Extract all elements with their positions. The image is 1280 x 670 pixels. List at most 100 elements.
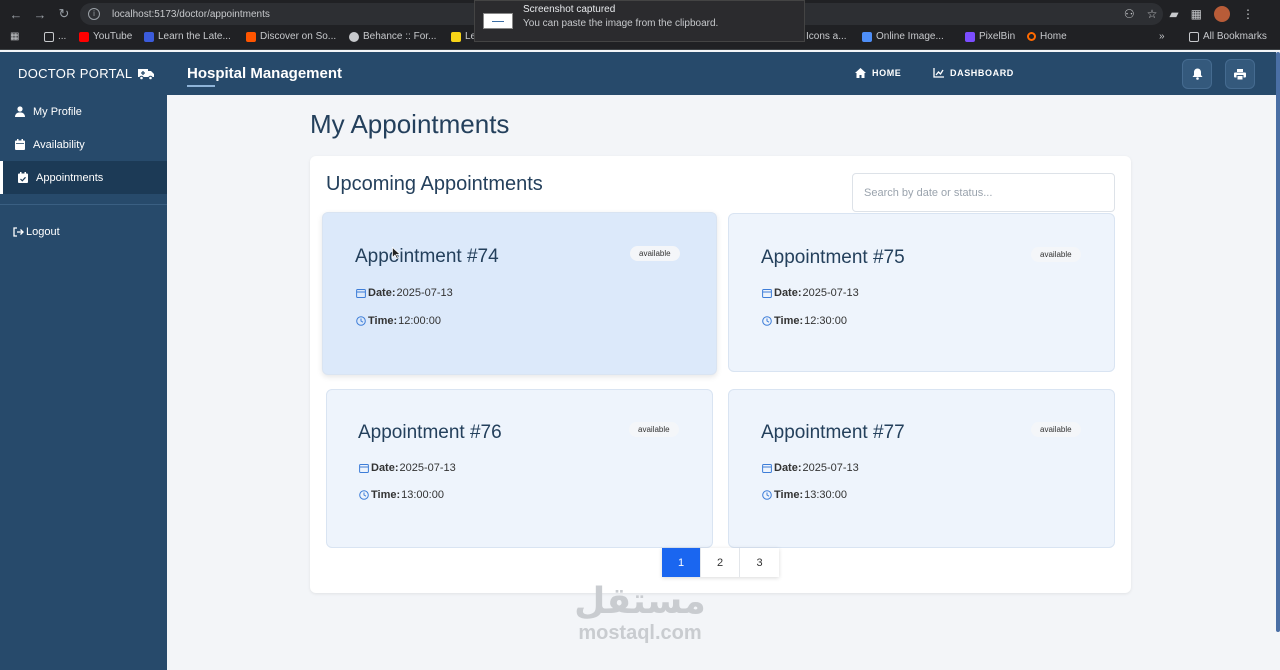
bookmark-icons[interactable]: Icons a... bbox=[806, 31, 847, 42]
bookmark-pixelbin[interactable]: PixelBin bbox=[965, 31, 1015, 42]
back-icon[interactable]: ← bbox=[4, 7, 28, 22]
nav-home-label: HOME bbox=[872, 68, 902, 78]
bookmarks-overflow[interactable]: » bbox=[1159, 31, 1165, 42]
bell-icon bbox=[1192, 68, 1202, 80]
date-value: 2025-07-13 bbox=[396, 287, 453, 299]
print-icon bbox=[1234, 68, 1246, 80]
bookmark-youtube[interactable]: YouTube bbox=[79, 31, 132, 42]
site-info-icon[interactable]: i bbox=[88, 8, 100, 20]
status-badge: available bbox=[1031, 422, 1081, 437]
sidebar-item-label: My Profile bbox=[33, 105, 82, 118]
pagination: 1 2 3 bbox=[662, 548, 779, 577]
time-value: 13:00:00 bbox=[401, 489, 444, 501]
appointment-date: Date: 2025-07-13 bbox=[356, 287, 453, 299]
page-button-2[interactable]: 2 bbox=[701, 548, 740, 577]
extension-icon[interactable]: ▰ bbox=[1169, 7, 1178, 21]
nav-dashboard[interactable]: DASHBOARD bbox=[933, 68, 1014, 78]
sidebar-item-appointments[interactable]: Appointments bbox=[0, 161, 167, 194]
screenshot-thumbnail bbox=[483, 13, 513, 29]
sidebar-item-my-profile[interactable]: My Profile bbox=[0, 95, 167, 128]
date-value: 2025-07-13 bbox=[802, 287, 859, 299]
folder-icon bbox=[44, 31, 54, 42]
star-icon[interactable]: ☆ bbox=[1147, 7, 1158, 21]
puzzle-icon[interactable]: ▦ bbox=[1191, 7, 1202, 21]
appointment-date: Date: 2025-07-13 bbox=[359, 462, 456, 474]
site-icon bbox=[144, 31, 154, 42]
bookmark-label: Behance :: For... bbox=[363, 31, 437, 42]
all-bookmarks[interactable]: All Bookmarks bbox=[1189, 31, 1267, 42]
appointment-time: Time: 12:30:00 bbox=[762, 315, 847, 327]
profile-avatar[interactable] bbox=[1214, 6, 1230, 22]
logout-button[interactable]: Logout bbox=[0, 215, 167, 248]
screenshot-toast[interactable]: Screenshot captured You can paste the im… bbox=[474, 0, 805, 42]
app-title[interactable]: Hospital Management bbox=[187, 65, 342, 87]
bookmark-soundcloud[interactable]: Discover on So... bbox=[246, 31, 336, 42]
clock-icon bbox=[359, 490, 369, 500]
logout-icon bbox=[13, 226, 24, 237]
sidebar-divider bbox=[0, 204, 167, 205]
sidebar-item-label: Availability bbox=[33, 138, 85, 151]
bookmark-label: Online Image... bbox=[876, 31, 944, 42]
clock-icon bbox=[356, 316, 366, 326]
nav-dashboard-label: DASHBOARD bbox=[950, 68, 1014, 78]
appointment-title: Appointment #76 bbox=[358, 422, 502, 443]
watermark: مستقل mostaql.com bbox=[560, 581, 720, 645]
search-input[interactable] bbox=[852, 173, 1115, 212]
bookmark-online-image[interactable]: Online Image... bbox=[862, 31, 944, 42]
page-scrollbar[interactable] bbox=[1276, 52, 1280, 632]
reload-icon[interactable]: ↻ bbox=[52, 6, 76, 22]
appointment-time: Time: 13:00:00 bbox=[359, 489, 444, 501]
calendar-icon bbox=[356, 289, 366, 298]
bookmark-label: YouTube bbox=[93, 31, 133, 42]
appointment-date: Date: 2025-07-13 bbox=[762, 462, 859, 474]
bookmark-label: Discover on So... bbox=[260, 31, 337, 42]
behance-icon bbox=[349, 31, 359, 42]
youtube-icon bbox=[79, 31, 89, 42]
mouse-cursor-icon bbox=[392, 247, 400, 259]
date-label: Date: bbox=[774, 287, 802, 299]
brand[interactable]: DOCTOR PORTAL bbox=[18, 66, 155, 81]
apps-icon[interactable]: ▦ bbox=[10, 31, 19, 42]
ambulance-icon bbox=[138, 68, 155, 80]
password-key-icon[interactable]: ⚇ bbox=[1124, 7, 1135, 21]
time-label: Time: bbox=[774, 315, 804, 327]
bookmark-home[interactable]: Home bbox=[1027, 31, 1067, 42]
bookmark-label: ... bbox=[58, 31, 67, 42]
bookmark-learn[interactable]: Learn the Late... bbox=[144, 31, 231, 42]
forward-icon[interactable]: → bbox=[28, 7, 52, 22]
clock-icon bbox=[762, 316, 772, 326]
status-badge: available bbox=[630, 246, 680, 261]
page-button-3[interactable]: 3 bbox=[740, 548, 779, 577]
calendar-icon bbox=[359, 464, 369, 473]
watermark-arabic: مستقل bbox=[574, 581, 706, 622]
date-label: Date: bbox=[371, 462, 399, 474]
soundcloud-icon bbox=[246, 31, 256, 42]
appointment-title: Appointment #74 bbox=[355, 246, 499, 267]
sidebar: My Profile Availability Appointments Log… bbox=[0, 95, 167, 670]
bookmark-behance[interactable]: Behance :: For... bbox=[349, 31, 436, 42]
nav-home[interactable]: HOME bbox=[855, 68, 901, 78]
clock-icon bbox=[762, 490, 772, 500]
bookmark-folder[interactable]: ... bbox=[44, 31, 66, 42]
time-value: 12:30:00 bbox=[804, 315, 847, 327]
bookmark-le[interactable]: Le bbox=[451, 31, 476, 42]
page-button-1[interactable]: 1 bbox=[662, 548, 701, 577]
appointment-date: Date: 2025-07-13 bbox=[762, 287, 859, 299]
appointment-time: Time: 12:00:00 bbox=[356, 315, 441, 327]
calendar-check-icon bbox=[18, 172, 28, 183]
date-value: 2025-07-13 bbox=[802, 462, 859, 474]
time-value: 12:00:00 bbox=[398, 315, 441, 327]
time-label: Time: bbox=[371, 489, 401, 501]
time-label: Time: bbox=[368, 315, 398, 327]
time-value: 13:30:00 bbox=[804, 489, 847, 501]
calendar-icon bbox=[762, 289, 772, 298]
menu-icon[interactable]: ⋮ bbox=[1242, 7, 1254, 21]
date-label: Date: bbox=[368, 287, 396, 299]
brand-label: DOCTOR PORTAL bbox=[18, 66, 133, 81]
sidebar-item-availability[interactable]: Availability bbox=[0, 128, 167, 161]
notifications-button[interactable] bbox=[1182, 59, 1212, 89]
status-badge: available bbox=[1031, 247, 1081, 262]
print-button[interactable] bbox=[1225, 59, 1255, 89]
home-site-icon bbox=[1027, 32, 1036, 41]
user-icon bbox=[15, 106, 25, 117]
